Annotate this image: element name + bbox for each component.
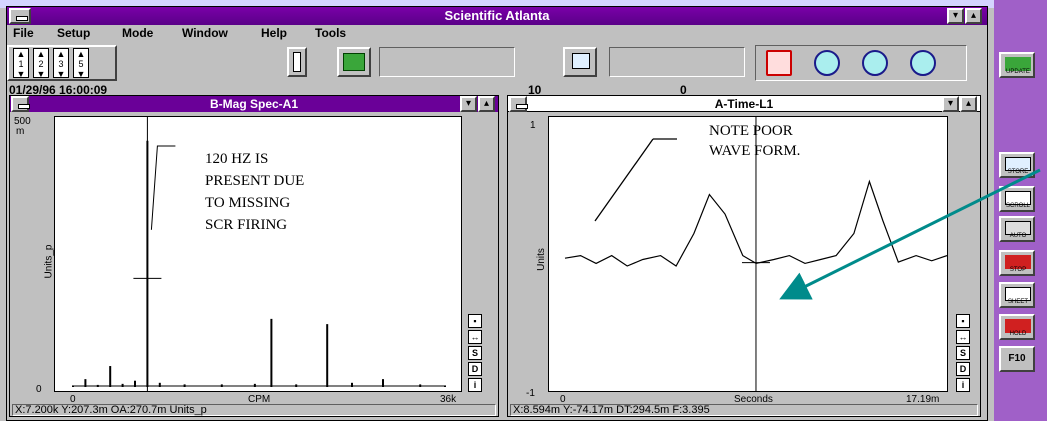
annotation-arrow: [779, 168, 1041, 300]
annotation-arrow-layer: [779, 168, 1041, 300]
